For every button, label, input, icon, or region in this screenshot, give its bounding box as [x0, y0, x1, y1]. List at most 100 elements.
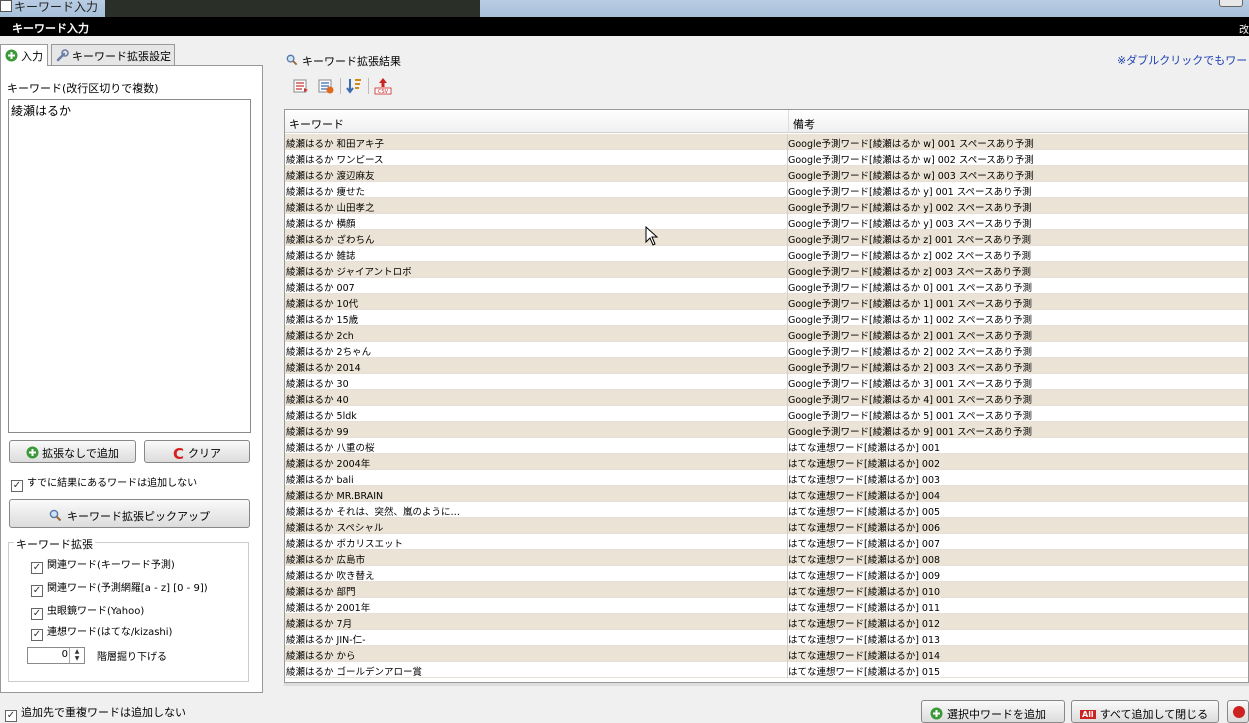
toolbar-separator — [340, 78, 341, 94]
cell-note: Google予測ワード[綾瀬はるか z] 003 スペースあり予測 — [788, 267, 1031, 278]
table-row[interactable]: 綾瀬はるか 横顔 Google予測ワード[綾瀬はるか y] 003 スペースあり予… — [285, 214, 1248, 230]
no-duplicate-checkbox[interactable]: ✓ — [5, 710, 17, 722]
cell-note: はてな連想ワード[綾瀬はるか] 006 — [788, 523, 941, 534]
export-list-icon[interactable] — [292, 77, 310, 95]
table-row[interactable]: 綾瀬はるか それは、突然、嵐のように… はてな連想ワード[綾瀬はるか] 005 — [285, 502, 1248, 518]
table-row[interactable]: 綾瀬はるか JIN-仁- はてな連想ワード[綾瀬はるか] 013 — [285, 630, 1248, 646]
table-row[interactable]: 綾瀬はるか 30 Google予測ワード[綾瀬はるか 3] 001 スペースあり予… — [285, 374, 1248, 390]
option-magnifier-words-checkbox[interactable]: ✓ — [31, 608, 43, 620]
cell-note: はてな連想ワード[綾瀬はるか] 005 — [788, 507, 941, 518]
table-row[interactable]: 綾瀬はるか ポカリスエット はてな連想ワード[綾瀬はるか] 007 — [285, 534, 1248, 550]
cell-keyword: 綾瀬はるか 5ldk — [286, 411, 357, 422]
keyword-expand-pickup-button[interactable]: キーワード拡張ピックアップ — [9, 499, 250, 528]
table-row[interactable]: 綾瀬はるか スペシャル はてな連想ワード[綾瀬はるか] 006 — [285, 518, 1248, 534]
table-row[interactable]: 綾瀬はるか bali はてな連想ワード[綾瀬はるか] 003 — [285, 470, 1248, 486]
table-row[interactable]: 綾瀬はるか 99 Google予測ワード[綾瀬はるか 9] 001 スペースあり予… — [285, 422, 1248, 438]
background-image-strip — [105, 0, 480, 17]
option-associative-words-checkbox[interactable]: ✓ — [31, 629, 43, 641]
table-row[interactable]: 綾瀬はるか 007 Google予測ワード[綾瀬はるか 0] 001 スペースあり… — [285, 278, 1248, 294]
no-duplicate-checkbox-row[interactable]: ✓ 追加先で重複ワードは追加しない — [5, 704, 186, 722]
column-divider[interactable] — [788, 110, 789, 133]
add-without-expand-button[interactable]: 拡張なしで追加 — [9, 440, 136, 463]
cell-keyword: 綾瀬はるか JIN-仁- — [286, 635, 366, 646]
tab-keyword-expand-settings[interactable]: キーワード拡張設定 — [51, 44, 175, 65]
column-header-note[interactable]: 備考 — [793, 116, 815, 132]
cell-keyword: 綾瀬はるか ワンピース — [286, 155, 384, 166]
table-row[interactable]: 綾瀬はるか 10代 Google予測ワード[綾瀬はるか 1] 001 スペースあり… — [285, 294, 1248, 310]
clear-button[interactable]: C クリア — [144, 440, 250, 463]
table-row[interactable]: 綾瀬はるか 2004年 はてな連想ワード[綾瀬はるか] 002 — [285, 454, 1248, 470]
column-header-keyword[interactable]: キーワード — [289, 116, 344, 132]
keyword-textarea[interactable]: 綾瀬はるか — [8, 99, 251, 433]
table-row[interactable]: 綾瀬はるか MR.BRAIN はてな連想ワード[綾瀬はるか] 004 — [285, 486, 1248, 502]
table-row[interactable]: 綾瀬はるか 痩せた Google予測ワード[綾瀬はるか y] 001 スペースあり… — [285, 182, 1248, 198]
cell-note: はてな連想ワード[綾瀬はるか] 013 — [788, 635, 941, 646]
table-row[interactable]: 綾瀬はるか から はてな連想ワード[綾瀬はるか] 014 — [285, 646, 1248, 662]
table-row[interactable]: 綾瀬はるか 部門 はてな連想ワード[綾瀬はるか] 010 — [285, 582, 1248, 598]
table-row[interactable]: 綾瀬はるか 八重の桜 はてな連想ワード[綾瀬はるか] 001 — [285, 438, 1248, 454]
add-selected-words-button[interactable]: 選択中ワードを追加 — [921, 700, 1065, 723]
table-row[interactable]: 綾瀬はるか 渡辺麻友 Google予測ワード[綾瀬はるか w] 003 スペースあ… — [285, 166, 1248, 182]
option-associative-words[interactable]: ✓ 連想ワード(はてな/kizashi) — [31, 623, 172, 641]
add-selected-label: 選択中ワードを追加 — [947, 708, 1046, 721]
cell-note: Google予測ワード[綾瀬はるか 2] 001 スペースあり予測 — [788, 331, 1033, 342]
option-related-words-checkbox[interactable]: ✓ — [31, 562, 43, 574]
table-row[interactable]: 綾瀬はるか ざわちん Google予測ワード[綾瀬はるか z] 001 スペースあ… — [285, 230, 1248, 246]
depth-stepper[interactable]: 0 ▲ ▼ — [27, 647, 85, 664]
cell-note: Google予測ワード[綾瀬はるか 3] 001 スペースあり予測 — [788, 379, 1033, 390]
stepper-arrows-icon[interactable]: ▲ ▼ — [69, 648, 84, 663]
cell-keyword: 綾瀬はるか 和田アキ子 — [286, 139, 385, 150]
skip-existing-checkbox-row[interactable]: ✓ すでに結果にあるワードは追加しない — [11, 474, 197, 492]
add-all-close-label: すべて追加して閉じる — [1099, 708, 1209, 721]
cell-keyword: 綾瀬はるか ポカリスエット — [286, 539, 404, 550]
table-row[interactable]: 綾瀬はるか 15歳 Google予測ワード[綾瀬はるか 1] 002 スペースあり… — [285, 310, 1248, 326]
cell-note: Google予測ワード[綾瀬はるか 2] 003 スペースあり予測 — [788, 363, 1033, 374]
cell-keyword: 綾瀬はるか ざわちん — [286, 235, 375, 246]
cell-keyword: 綾瀬はるか 10代 — [286, 299, 359, 310]
table-row[interactable]: 綾瀬はるか 吹き替え はてな連想ワード[綾瀬はるか] 009 — [285, 566, 1248, 582]
table-row[interactable]: 綾瀬はるか 2ちゃん Google予測ワード[綾瀬はるか 2] 002 スペースあ… — [285, 342, 1248, 358]
table-row[interactable]: 綾瀬はるか 7月 はてな連想ワード[綾瀬はるか] 012 — [285, 614, 1248, 630]
table-row[interactable]: 綾瀬はるか ゴールデンアロー賞 はてな連想ワード[綾瀬はるか] 015 — [285, 662, 1248, 678]
results-grid[interactable]: キーワード 備考 綾瀬はるか 和田アキ子 Google予測ワード[綾瀬はるか w]… — [284, 109, 1249, 683]
table-row[interactable]: 綾瀬はるか 広島市 はてな連想ワード[綾瀬はるか] 008 — [285, 550, 1248, 566]
cancel-button[interactable] — [1227, 700, 1249, 723]
table-row[interactable]: 綾瀬はるか 5ldk Google予測ワード[綾瀬はるか 5] 001 スペースあ… — [285, 406, 1248, 422]
results-title: キーワード拡張結果 — [286, 53, 401, 69]
option-related-words[interactable]: ✓ 関連ワード(キーワード予測) — [31, 556, 175, 574]
cell-note: はてな連想ワード[綾瀬はるか] 015 — [788, 667, 941, 678]
table-row[interactable]: 綾瀬はるか 2014 Google予測ワード[綾瀬はるか 2] 003 スペースあ… — [285, 358, 1248, 374]
table-row[interactable]: 綾瀬はるか ジャイアントロボ Google予測ワード[綾瀬はるか z] 003 ス… — [285, 262, 1248, 278]
cell-note: Google予測ワード[綾瀬はるか w] 001 スペースあり予測 — [788, 139, 1034, 150]
option-magnifier-words[interactable]: ✓ 虫眼鏡ワード(Yahoo) — [31, 602, 144, 620]
csv-export-icon[interactable]: CSV — [374, 77, 392, 95]
sort-icon[interactable] — [345, 77, 363, 95]
option-label: 連想ワード(はてな/kizashi) — [47, 627, 173, 638]
cell-keyword: 綾瀬はるか 渡辺麻友 — [286, 171, 375, 182]
table-row[interactable]: 綾瀬はるか 山田孝之 Google予測ワード[綾瀬はるか y] 002 スペースあ… — [285, 198, 1248, 214]
cell-keyword: 綾瀬はるか 40 — [286, 395, 349, 406]
close-button[interactable] — [1219, 0, 1243, 7]
results-rows: 綾瀬はるか 和田アキ子 Google予測ワード[綾瀬はるか w] 001 スペース… — [285, 134, 1248, 678]
cell-note: Google予測ワード[綾瀬はるか z] 002 スペースあり予測 — [788, 251, 1031, 262]
horizontal-scrollbar[interactable] — [284, 683, 1249, 686]
option-related-words-full[interactable]: ✓ 関連ワード(予測網羅[a - z] [0 - 9]) — [31, 579, 208, 597]
double-click-note: ※ダブルクリックでもワード追 — [1117, 54, 1249, 67]
option-related-words-full-checkbox[interactable]: ✓ — [31, 585, 43, 597]
table-row[interactable]: 綾瀬はるか 2ch Google予測ワード[綾瀬はるか 2] 001 スペースあり… — [285, 326, 1248, 342]
table-row[interactable]: 綾瀬はるか ワンピース Google予測ワード[綾瀬はるか w] 002 スペース… — [285, 150, 1248, 166]
table-row[interactable]: 綾瀬はるか 和田アキ子 Google予測ワード[綾瀬はるか w] 001 スペース… — [285, 134, 1248, 150]
plus-circle-icon — [930, 707, 943, 720]
delete-list-icon[interactable] — [317, 77, 335, 95]
cell-note: はてな連想ワード[綾瀬はるか] 002 — [788, 459, 941, 470]
window-titlebar: キーワード入力 改 — [0, 17, 1249, 36]
table-row[interactable]: 綾瀬はるか 2001年 はてな連想ワード[綾瀬はるか] 011 — [285, 598, 1248, 614]
skip-existing-checkbox[interactable]: ✓ — [11, 480, 23, 492]
table-row[interactable]: 綾瀬はるか 雑誌 Google予測ワード[綾瀬はるか z] 002 スペースあり予… — [285, 246, 1248, 262]
add-all-and-close-button[interactable]: All すべて追加して閉じる — [1071, 700, 1219, 723]
results-title-label: キーワード拡張結果 — [302, 55, 401, 68]
table-row[interactable]: 綾瀬はるか 40 Google予測ワード[綾瀬はるか 4] 001 スペースあり予… — [285, 390, 1248, 406]
tab-input[interactable]: 入力 — [0, 44, 48, 66]
cell-note: はてな連想ワード[綾瀬はるか] 008 — [788, 555, 941, 566]
cell-keyword: 綾瀬はるか 八重の桜 — [286, 443, 375, 454]
